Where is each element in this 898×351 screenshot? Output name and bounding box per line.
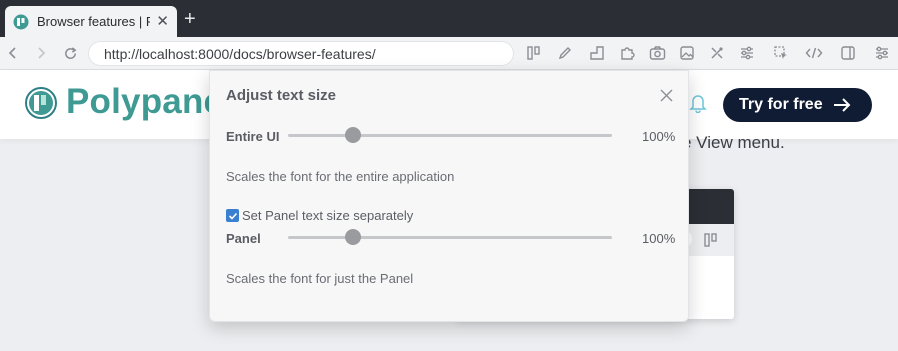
checkbox-label: Set Panel text size separately (242, 208, 414, 223)
sliders-icon (741, 46, 753, 60)
reload-button[interactable] (61, 44, 79, 62)
polypane-logo-icon (25, 87, 57, 119)
tab-title: Browser features | Po (37, 14, 151, 29)
image-icon (680, 46, 694, 60)
tab-close-icon[interactable]: ✕ (156, 14, 169, 29)
camera-icon (649, 46, 665, 60)
popup-title: Adjust text size (226, 87, 337, 104)
adjust-tool-button[interactable] (738, 44, 756, 62)
dev-tools-button[interactable] (708, 44, 726, 62)
sidebar-toggle-button[interactable] (839, 44, 857, 62)
address-bar[interactable]: http://localhost:8000/docs/browser-featu… (88, 41, 514, 66)
close-icon[interactable] (659, 88, 674, 103)
tab-strip: Browser features | Po ✕ + (0, 0, 898, 37)
panel-value: 100% (642, 231, 676, 246)
entire-ui-value: 100% (642, 129, 676, 144)
view-source-button[interactable] (805, 44, 823, 62)
entire-ui-label: Entire UI (226, 129, 280, 144)
cta-label: Try for free (739, 96, 823, 113)
element-picker-button[interactable] (772, 44, 790, 62)
new-tab-button[interactable]: + (184, 9, 196, 29)
slider-track (288, 134, 612, 137)
slider-track (288, 236, 612, 239)
sidebar-icon (841, 46, 855, 60)
entire-ui-description: Scales the font for the entire applicati… (226, 169, 455, 184)
url-text: http://localhost:8000/docs/browser-featu… (104, 45, 376, 62)
settings-icon (876, 46, 888, 60)
image-tool-button[interactable] (678, 44, 696, 62)
code-icon (805, 47, 823, 59)
chevron-left-icon (8, 47, 16, 59)
slider-thumb[interactable] (344, 229, 361, 245)
ruler-tool-button[interactable] (588, 44, 606, 62)
panel-icon (527, 46, 540, 60)
cursor-icon (774, 46, 787, 59)
slider-thumb[interactable] (344, 127, 361, 143)
separate-panel-size-checkbox-row[interactable]: Set Panel text size separately (226, 208, 413, 223)
brand-name[interactable]: Polypane (66, 82, 223, 122)
try-for-free-button[interactable]: Try for free (723, 88, 872, 122)
screenshot-tool-button[interactable] (648, 44, 666, 62)
entire-ui-slider[interactable] (288, 127, 612, 143)
settings-button[interactable] (873, 44, 891, 62)
arrow-right-icon (833, 98, 851, 112)
separate-panel-size-checkbox[interactable] (226, 209, 239, 222)
checkmark-icon (228, 212, 237, 220)
adjust-text-size-popup: Adjust text size Entire UI 100% Scales t… (209, 70, 689, 322)
reload-icon (64, 46, 76, 59)
panel-slider[interactable] (288, 229, 612, 245)
panel-tool-button[interactable] (525, 44, 543, 62)
pen-icon (558, 47, 571, 60)
chevron-right-icon (38, 47, 46, 59)
browser-tab[interactable]: Browser features | Po ✕ (5, 6, 177, 37)
back-button[interactable] (4, 44, 22, 62)
extension-icon (621, 47, 635, 60)
forward-button[interactable] (32, 44, 50, 62)
browser-toolbar: http://localhost:8000/docs/browser-featu… (0, 37, 898, 70)
docs-body-text: e View menu. (682, 133, 785, 152)
polypane-favicon-icon (13, 14, 29, 29)
tools-icon (711, 47, 723, 59)
bell-icon[interactable] (689, 93, 707, 113)
pen-tool-button[interactable] (556, 44, 574, 62)
ruler-icon (590, 46, 604, 60)
panel-label: Panel (226, 231, 261, 246)
panel-icon (704, 233, 717, 247)
extension-tool-button[interactable] (618, 44, 636, 62)
panel-description: Scales the font for just the Panel (226, 271, 414, 286)
